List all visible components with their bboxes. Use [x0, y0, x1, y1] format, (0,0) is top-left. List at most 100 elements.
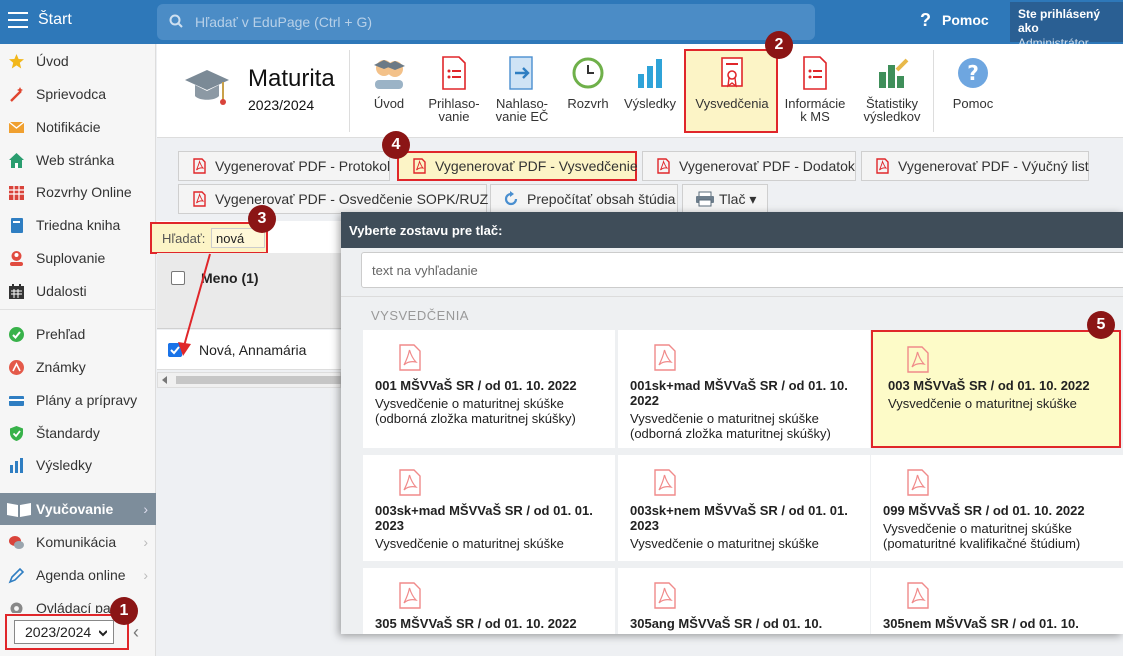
collapse-sidebar-icon[interactable]: ‹	[133, 622, 139, 643]
tool-report-arrow[interactable]: Nahlaso-vanie EČ	[487, 56, 557, 123]
sidebar-item-label: Udalosti	[36, 283, 87, 299]
start-link[interactable]: Štart	[38, 11, 72, 29]
tool-bar-chart[interactable]: Výsledky	[619, 56, 681, 110]
report-card[interactable]: 003sk+nem MŠVVaŠ SR / od 01. 01. 2023 Vys…	[618, 455, 870, 561]
sidebar-item-check-circle[interactable]: Prehľad	[0, 319, 156, 349]
open-book-icon	[7, 503, 31, 517]
generate-protokol-button[interactable]: Vygenerovať PDF - Protokol	[178, 151, 390, 181]
help-link[interactable]: Pomoc	[942, 12, 989, 28]
sidebar-item-chat[interactable]: Komunikácia ›	[0, 527, 156, 557]
tool-label: Vysvedčenia	[695, 96, 769, 111]
pdf-icon	[193, 158, 206, 174]
report-card[interactable]: 099 MŠVVaŠ SR / od 01. 10. 2022 Vysvedčen…	[871, 455, 1123, 561]
menu-icon[interactable]	[8, 12, 28, 28]
pdf-icon	[654, 344, 676, 371]
tool-clock[interactable]: Rozvrh	[559, 56, 617, 110]
star-icon	[9, 54, 24, 69]
report-code: 003sk+mad MŠVVaŠ SR / od 01. 01. 2023	[375, 503, 593, 533]
tool-label: Rozvrh	[567, 96, 609, 111]
generate-osvedcenie-button[interactable]: Vygenerovať PDF - Osvedčenie SOPK/RUZ	[178, 184, 488, 214]
report-code: 099 MŠVVaŠ SR / od 01. 10. 2022	[883, 503, 1085, 518]
report-code: 001 MŠVVaŠ SR / od 01. 10. 2022	[375, 378, 577, 393]
person-icon	[10, 251, 23, 266]
button-label: Vygenerovať PDF - Vysvedčenie	[435, 158, 638, 174]
pdf-icon	[399, 344, 421, 371]
print-report-dialog: Vyberte zostavu pre tlač: text na vyhľad…	[341, 212, 1123, 634]
sidebar-item-calendar[interactable]: Udalosti	[0, 276, 156, 306]
plan-icon	[9, 396, 24, 406]
pdf-icon	[654, 469, 676, 496]
report-card[interactable]: 001 MŠVVaŠ SR / od 01. 10. 2022 Vysvedčen…	[363, 330, 615, 448]
generate-vysvedcenie-button[interactable]: Vygenerovať PDF - Vysvedčenie	[397, 151, 638, 181]
step-badge-4: 4	[382, 131, 410, 159]
report-code: 305 MŠVVaŠ SR / od 01. 10. 2022	[375, 616, 577, 631]
pdf-icon	[907, 346, 929, 373]
sidebar-item-label: Suplovanie	[36, 250, 106, 266]
tool-label-line2: vanie	[438, 109, 470, 124]
recalculate-button[interactable]: Prepočítať obsah štúdia	[490, 184, 678, 214]
sidebar-item-vyucovanie[interactable]: Vyučovanie ›	[0, 493, 156, 525]
clock-icon	[572, 57, 604, 89]
sidebar: Úvod Sprievodca Notifikácie Web stránka Rozv…	[0, 44, 156, 656]
user-menu[interactable]: Ste prihlásený ako Administrátor	[1010, 2, 1123, 50]
sidebar-item-home[interactable]: Web stránka	[0, 145, 156, 175]
info-doc-icon	[803, 56, 827, 90]
tool-help-circle[interactable]: ? Pomoc	[939, 56, 1007, 110]
sidebar-item-star[interactable]: Úvod	[0, 46, 156, 76]
sidebar-item-envelope[interactable]: Notifikácie	[0, 112, 156, 142]
sidebar-item-shield[interactable]: Štandardy	[0, 418, 156, 448]
application-icon	[442, 56, 466, 90]
sidebar-item-label: Rozvrhy Online	[36, 184, 132, 200]
sidebar-item-person[interactable]: Suplovanie	[0, 243, 156, 273]
check-circle-icon	[9, 327, 24, 342]
sidebar-item-label: Komunikácia	[36, 534, 117, 550]
sidebar-item-label: Sprievodca	[36, 86, 107, 102]
pdf-icon	[657, 158, 670, 174]
global-search-input[interactable]: Hľadať v EduPage (Ctrl + G)	[157, 4, 815, 40]
pdf-icon	[876, 158, 889, 174]
report-card[interactable]: 003 MŠVVaŠ SR / od 01. 10. 2022 Vysvedčen…	[871, 330, 1121, 448]
tool-certificate[interactable]: Vysvedčenia	[687, 56, 777, 110]
step-badge-1: 1	[110, 597, 138, 625]
sidebar-item-book[interactable]: Triedna kniha	[0, 210, 156, 240]
generate-dodatok-button[interactable]: Vygenerovať PDF - Dodatok	[642, 151, 856, 181]
sidebar-item-label: Vyučovanie	[36, 501, 114, 517]
sidebar-item-label: Prehľad	[36, 326, 86, 342]
statistics-icon	[879, 58, 909, 88]
tool-label: Výsledky	[623, 96, 677, 111]
tool-students[interactable]: Úvod	[362, 56, 416, 110]
report-card[interactable]: 305 MŠVVaŠ SR / od 01. 10. 2022	[363, 568, 615, 634]
tool-label-line2: vanie EČ	[495, 109, 549, 124]
report-card[interactable]: 003sk+mad MŠVVaŠ SR / od 01. 01. 2023 Vys…	[363, 455, 615, 561]
sidebar-item-label: Štandardy	[36, 425, 100, 441]
generate-vyucny-list-button[interactable]: Vygenerovať PDF - Výučný list	[861, 151, 1089, 181]
home-icon	[9, 153, 24, 168]
report-card[interactable]: 001sk+mad MŠVVaŠ SR / od 01. 10. 2022 Vys…	[618, 330, 870, 448]
help-icon[interactable]: ?	[920, 10, 931, 31]
tool-statistics[interactable]: Štatistiky výsledkov	[854, 56, 930, 123]
help-circle-icon: ?	[958, 58, 988, 88]
dialog-title: Vyberte zostavu pre tlač:	[349, 223, 503, 238]
sidebar-item-plan[interactable]: Plány a prípravy	[0, 385, 156, 415]
tool-application[interactable]: Prihlaso-vanie	[419, 56, 489, 123]
sidebar-item-grid[interactable]: Rozvrhy Online	[0, 177, 156, 207]
sidebar-item-grades[interactable]: Známky	[0, 352, 156, 382]
horizontal-scrollbar[interactable]	[157, 372, 342, 388]
tool-info-doc[interactable]: Informácie k MS	[779, 56, 851, 123]
report-card[interactable]: 305ang MŠVVaŠ SR / od 01. 10.	[618, 568, 870, 634]
sidebar-item-wand[interactable]: Sprievodca	[0, 79, 156, 109]
sidebar-item-pen[interactable]: Agenda online ›	[0, 560, 156, 590]
calendar-icon	[9, 284, 24, 299]
sidebar-item-label: Plány a prípravy	[36, 392, 138, 408]
report-description: Vysvedčenie o maturitnej skúške (odborná…	[375, 396, 576, 426]
scrollbar-thumb[interactable]	[176, 376, 342, 384]
certificate-icon	[721, 57, 743, 88]
toolbar-divider	[933, 50, 934, 132]
report-card[interactable]: 305nem MŠVVaŠ SR / od 01. 10.	[871, 568, 1123, 634]
report-search-input[interactable]: text na vyhľadanie	[361, 252, 1123, 288]
scroll-left-icon[interactable]	[162, 376, 167, 384]
sidebar-item-bar-chart[interactable]: Výsledky	[0, 450, 156, 480]
report-code: 003 MŠVVaŠ SR / od 01. 10. 2022	[888, 378, 1090, 393]
sidebar-item-label: Výsledky	[36, 457, 93, 473]
print-menu-button[interactable]: Tlač ▾	[682, 184, 768, 214]
